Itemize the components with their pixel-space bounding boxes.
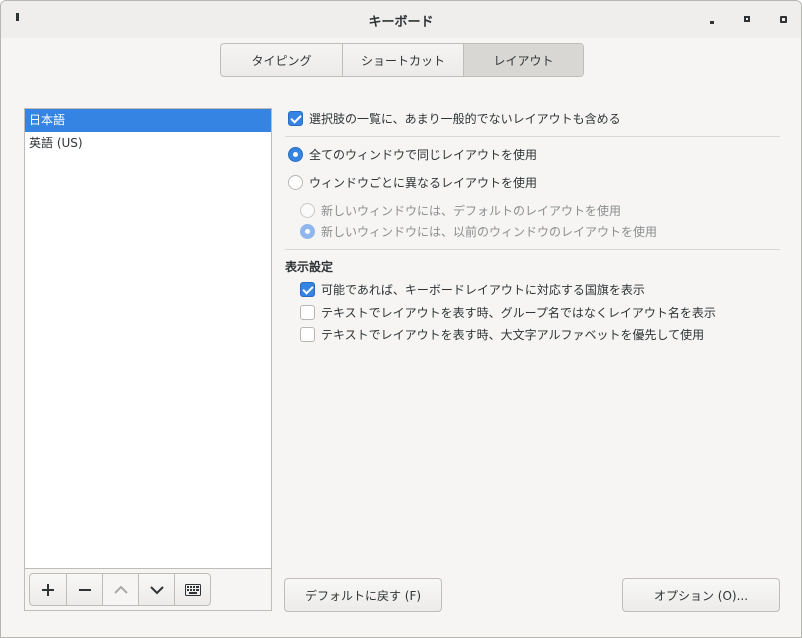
options-button[interactable]: オプション (O)... (622, 578, 780, 612)
new-window-previous-label: 新しいウィンドウには、以前のウィンドウのレイアウトを使用 (321, 225, 658, 239)
maximize-icon (744, 16, 750, 22)
tab-layout[interactable]: レイアウト (463, 44, 583, 76)
move-down-button[interactable] (138, 574, 174, 605)
list-toolbar-buttons (29, 573, 211, 606)
separator (285, 136, 780, 137)
remove-layout-button[interactable] (66, 574, 102, 605)
close-icon (779, 15, 787, 23)
show-flags-label: 可能であれば、キーボードレイアウトに対応する国旗を表示 (321, 283, 645, 297)
show-layout-name-label: テキストでレイアウトを表す時、グループ名ではなくレイアウト名を表示 (321, 306, 716, 320)
per-window-option[interactable]: ウィンドウごとに異なるレイアウトを使用 (288, 174, 537, 191)
close-button[interactable] (775, 11, 791, 27)
prefer-capitals-label: テキストでレイアウトを表す時、大文字アルファベットを優先して使用 (321, 328, 705, 342)
tab-typing[interactable]: タイピング (221, 44, 342, 76)
keyboard-icon (184, 583, 201, 596)
tab-shortcuts[interactable]: ショートカット (342, 44, 463, 76)
reset-defaults-button[interactable]: デフォルトに戻す (F) (284, 578, 442, 612)
prefer-capitals-option[interactable]: テキストでレイアウトを表す時、大文字アルファベットを優先して使用 (300, 326, 704, 343)
same-layout-label: 全てのウィンドウで同じレイアウトを使用 (309, 148, 538, 162)
show-flags-checkbox[interactable] (300, 282, 315, 297)
show-keyboard-button[interactable] (174, 574, 210, 605)
new-window-default-radio[interactable] (300, 203, 315, 218)
show-flags-option[interactable]: 可能であれば、キーボードレイアウトに対応する国旗を表示 (300, 281, 645, 298)
new-window-previous-radio[interactable] (300, 224, 315, 239)
list-item-english-us[interactable]: 英語 (US) (25, 132, 271, 155)
per-window-radio[interactable] (288, 175, 303, 190)
titlebar: キーボード (1, 1, 801, 38)
tab-bar: タイピング ショートカット レイアウト (220, 43, 584, 77)
chevron-down-icon (149, 585, 164, 594)
prefer-capitals-checkbox[interactable] (300, 327, 315, 342)
show-uncommon-checkbox[interactable] (288, 111, 303, 126)
separator (285, 249, 780, 250)
chevron-up-icon (113, 585, 128, 594)
same-layout-radio[interactable] (288, 147, 303, 162)
minimize-icon (710, 20, 714, 24)
list-item-japanese[interactable]: 日本語 (25, 109, 271, 132)
minimize-button[interactable] (704, 11, 720, 27)
show-layout-name-checkbox[interactable] (300, 305, 315, 320)
show-layout-name-option[interactable]: テキストでレイアウトを表す時、グループ名ではなくレイアウト名を表示 (300, 304, 716, 321)
new-window-default-label: 新しいウィンドウには、デフォルトのレイアウトを使用 (321, 204, 622, 218)
new-window-previous-option[interactable]: 新しいウィンドウには、以前のウィンドウのレイアウトを使用 (300, 223, 657, 240)
minus-icon (78, 588, 91, 591)
list-toolbar (25, 568, 271, 610)
plus-icon (42, 583, 54, 596)
keyboard-window: キーボード タイピング ショートカット レイアウト 日本語 英語 (US) 選択… (0, 0, 802, 638)
per-window-label: ウィンドウごとに異なるレイアウトを使用 (309, 176, 538, 190)
move-up-button[interactable] (102, 574, 138, 605)
same-layout-option[interactable]: 全てのウィンドウで同じレイアウトを使用 (288, 146, 537, 163)
new-window-default-option[interactable]: 新しいウィンドウには、デフォルトのレイアウトを使用 (300, 202, 621, 219)
layout-list-pane: 日本語 英語 (US) (24, 108, 272, 611)
display-settings-heading: 表示設定 (285, 260, 334, 274)
window-title: キーボード (368, 15, 434, 30)
add-layout-button[interactable] (30, 574, 66, 605)
maximize-button[interactable] (739, 11, 755, 27)
show-uncommon-option[interactable]: 選択肢の一覧に、あまり一般的でないレイアウトも含める (288, 110, 621, 127)
show-uncommon-label: 選択肢の一覧に、あまり一般的でないレイアウトも含める (309, 112, 621, 126)
